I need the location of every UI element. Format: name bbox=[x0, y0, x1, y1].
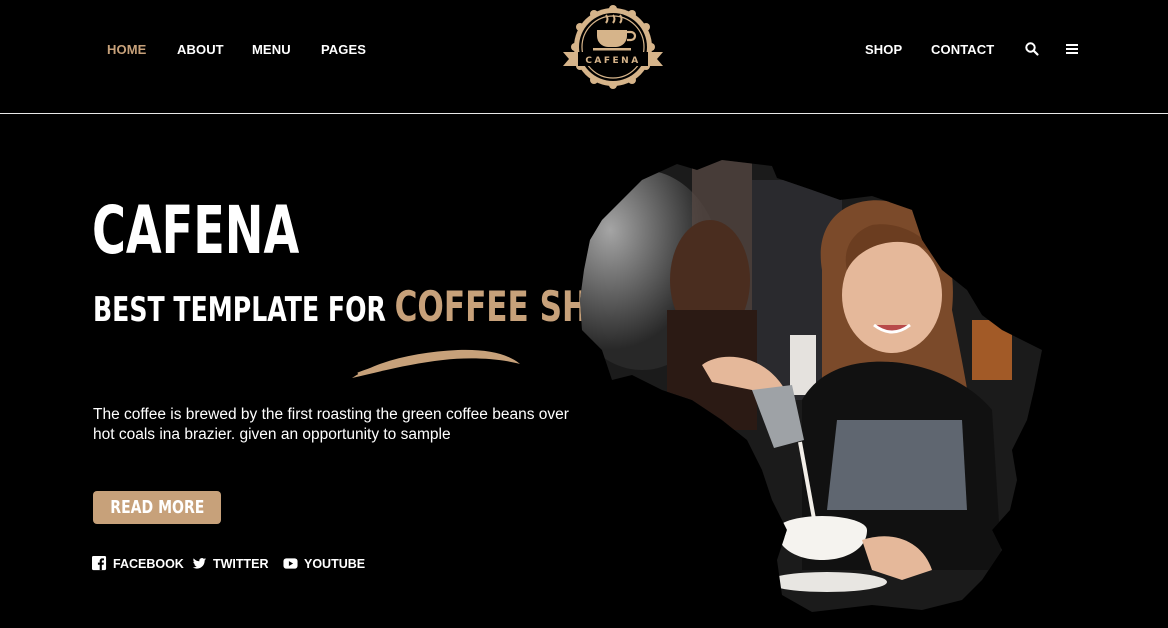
nav-contact-link[interactable]: CONTACT bbox=[931, 42, 994, 57]
hero-subtitle: BEST TEMPLATE FOR COFFEE SHOP bbox=[93, 286, 637, 331]
nav-home-link[interactable]: HOME bbox=[107, 42, 146, 57]
facebook-icon bbox=[92, 556, 107, 571]
logo-text: CAFENA bbox=[585, 56, 640, 66]
twitter-icon bbox=[192, 558, 207, 569]
site-header: HOME ABOUT MENU PAGES CAFENA SHOP CONTAC… bbox=[0, 0, 1168, 113]
youtube-icon bbox=[283, 558, 298, 569]
barista-hero-image bbox=[580, 160, 1042, 612]
nav-about-link[interactable]: ABOUT bbox=[177, 42, 224, 57]
hero-subtitle-plain: BEST TEMPLATE FOR bbox=[93, 290, 386, 330]
nav-pages-link[interactable]: PAGES bbox=[321, 42, 366, 57]
cafena-logo[interactable]: CAFENA bbox=[560, 3, 666, 91]
hero-description: The coffee is brewed by the first roasti… bbox=[93, 406, 569, 443]
hero-title: CAFENA bbox=[92, 192, 300, 269]
brush-stroke-decoration bbox=[352, 349, 520, 378]
read-more-label: READ MORE bbox=[109, 497, 205, 518]
youtube-link[interactable]: YOUTUBE bbox=[283, 556, 365, 571]
read-more-button[interactable]: READ MORE bbox=[93, 491, 221, 524]
twitter-label: TWITTER bbox=[213, 556, 269, 571]
youtube-label: YOUTUBE bbox=[304, 556, 366, 571]
header-divider bbox=[0, 113, 1168, 114]
nav-menu-link[interactable]: MENU bbox=[252, 42, 291, 57]
facebook-label: FACEBOOK bbox=[113, 556, 184, 571]
search-icon[interactable] bbox=[1024, 41, 1040, 57]
nav-shop-link[interactable]: SHOP bbox=[865, 42, 902, 57]
facebook-link[interactable]: FACEBOOK bbox=[92, 556, 184, 571]
twitter-link[interactable]: TWITTER bbox=[192, 556, 269, 571]
menu-icon[interactable] bbox=[1064, 41, 1080, 57]
